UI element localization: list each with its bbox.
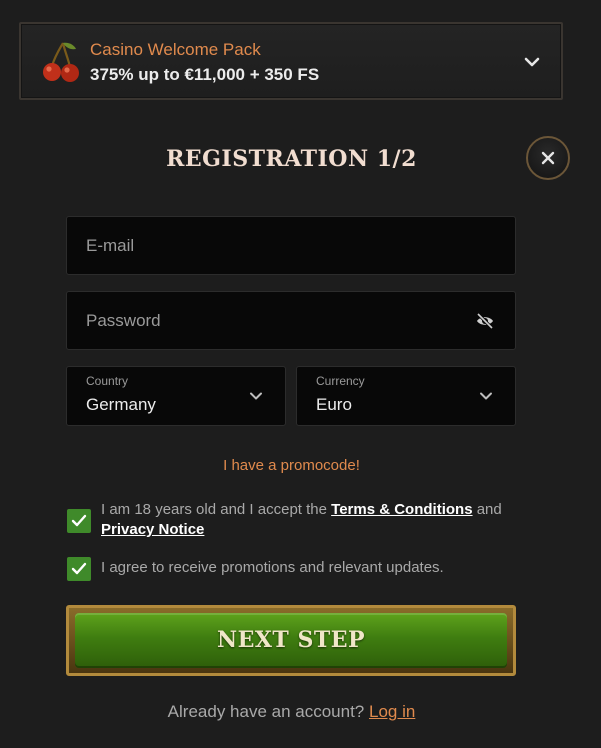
- registration-modal: Casino Welcome Pack 375% up to €11,000 +…: [0, 0, 601, 748]
- page-title: REGISTRATION 1/2: [166, 146, 417, 172]
- country-value: Germany: [86, 395, 156, 414]
- currency-label: Currency: [316, 374, 365, 388]
- promotions-checkbox[interactable]: [67, 557, 91, 581]
- chevron-down-icon: [480, 392, 492, 400]
- login-prompt-text: Already have an account?: [167, 702, 365, 721]
- and-word: and: [476, 501, 502, 518]
- chevron-down-icon[interactable]: [523, 53, 541, 71]
- login-link[interactable]: Log in: [369, 702, 415, 721]
- next-step-label: NEXT STEP: [216, 627, 366, 653]
- password-field[interactable]: [67, 292, 515, 349]
- email-field-container: [66, 216, 516, 275]
- promocode-link[interactable]: I have a promocode!: [0, 457, 583, 474]
- close-button[interactable]: [526, 136, 570, 180]
- welcome-pack-offer: 375% up to €11,000 + 350 FS: [90, 65, 320, 84]
- country-select[interactable]: Country Germany: [66, 366, 286, 426]
- age-terms-prefix: I am 18 years old and I accept the: [101, 501, 327, 518]
- privacy-link[interactable]: Privacy Notice: [101, 521, 204, 538]
- check-icon: [71, 562, 87, 575]
- cherry-icon: [43, 42, 79, 82]
- welcome-pack-title: Casino Welcome Pack: [90, 40, 261, 59]
- age-terms-text: I am 18 years old and I accept the Terms…: [101, 500, 531, 540]
- check-icon: [71, 514, 87, 527]
- promotions-text: I agree to receive promotions and releva…: [101, 559, 444, 576]
- eye-off-icon[interactable]: [475, 311, 495, 331]
- country-label: Country: [86, 374, 129, 388]
- age-terms-checkbox[interactable]: [67, 509, 91, 533]
- login-prompt: Already have an account? Log in: [0, 702, 583, 722]
- next-step-button[interactable]: NEXT STEP: [66, 605, 516, 676]
- password-field-container: [66, 291, 516, 350]
- chevron-down-icon: [250, 392, 262, 400]
- currency-value: Euro: [316, 395, 352, 414]
- terms-link[interactable]: Terms & Conditions: [331, 501, 472, 518]
- currency-select[interactable]: Currency Euro: [296, 366, 516, 426]
- close-icon: [541, 151, 555, 165]
- email-field[interactable]: [67, 217, 515, 274]
- welcome-pack-banner[interactable]: Casino Welcome Pack 375% up to €11,000 +…: [19, 22, 563, 100]
